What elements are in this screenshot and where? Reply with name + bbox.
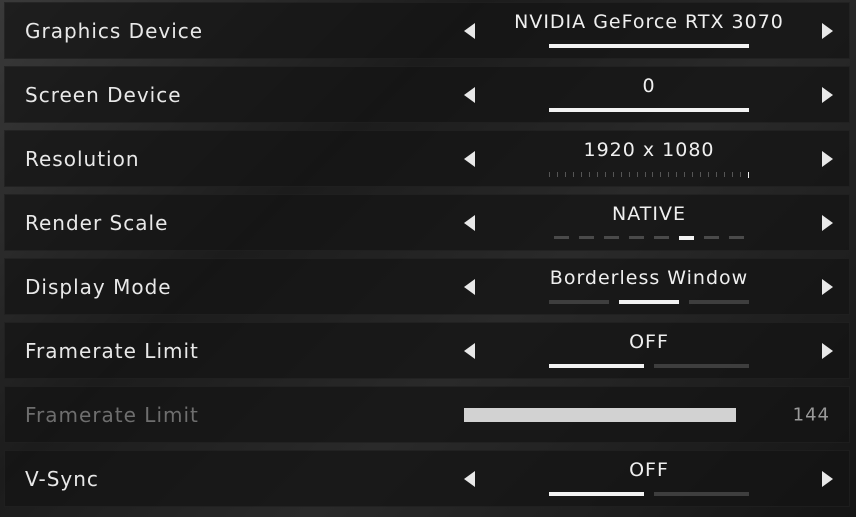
resolution-tick <box>628 172 630 177</box>
setting-label: Framerate Limit <box>25 338 199 363</box>
resolution-tick <box>549 172 550 177</box>
next-arrow-icon[interactable] <box>822 86 833 103</box>
resolution-tick-indicator <box>549 172 749 178</box>
render-scale-indicator <box>549 236 749 240</box>
resolution-tick <box>700 172 702 177</box>
option-segment <box>654 492 749 496</box>
prev-arrow-icon[interactable] <box>464 470 475 487</box>
prev-arrow-icon[interactable] <box>464 342 475 359</box>
setting-label: Resolution <box>25 146 140 171</box>
next-arrow-icon[interactable] <box>822 470 833 487</box>
resolution-tick <box>676 172 678 177</box>
next-arrow-icon[interactable] <box>822 22 833 39</box>
next-arrow-icon[interactable] <box>822 150 833 167</box>
selection-indicator <box>549 44 749 48</box>
setting-row-graphics-device: Graphics Device NVIDIA GeForce RTX 3070 <box>4 2 850 59</box>
resolution-tick <box>588 172 590 177</box>
prev-arrow-icon[interactable] <box>464 86 475 103</box>
option-segment <box>549 300 609 304</box>
option-segment <box>654 364 749 368</box>
framerate-slider[interactable] <box>464 408 736 422</box>
resolution-tick <box>708 172 710 177</box>
setting-row-render-scale: Render Scale NATIVE <box>4 194 850 251</box>
render-scale-option-dash <box>679 236 694 240</box>
resolution-tick <box>668 172 670 177</box>
setting-label: V-Sync <box>25 466 99 491</box>
prev-arrow-icon[interactable] <box>464 150 475 167</box>
resolution-tick <box>612 172 614 177</box>
resolution-tick <box>580 172 582 177</box>
prev-arrow-icon[interactable] <box>464 22 475 39</box>
setting-label: Framerate Limit <box>25 402 199 427</box>
next-arrow-icon[interactable] <box>822 214 833 231</box>
option-segment <box>619 300 679 304</box>
setting-value: OFF <box>629 459 669 481</box>
resolution-tick <box>596 172 598 177</box>
setting-value: 1920 x 1080 <box>583 139 715 161</box>
render-scale-option-dash <box>654 236 669 239</box>
resolution-tick <box>748 172 749 178</box>
resolution-tick <box>644 172 646 177</box>
resolution-tick <box>620 172 622 177</box>
graphics-settings-list: Graphics Device NVIDIA GeForce RTX 3070 … <box>4 2 850 514</box>
framerate-limit-indicator <box>549 364 749 368</box>
setting-row-screen-device: Screen Device 0 <box>4 66 850 123</box>
setting-label: Display Mode <box>25 274 172 299</box>
render-scale-option-dash <box>579 236 594 239</box>
render-scale-option-dash <box>629 236 644 239</box>
render-scale-option-dash <box>604 236 619 239</box>
setting-value: Borderless Window <box>549 267 749 289</box>
setting-row-display-mode: Display Mode Borderless Window <box>4 258 850 315</box>
setting-row-vsync: V-Sync OFF <box>4 450 850 507</box>
resolution-tick <box>572 172 574 177</box>
setting-value: OFF <box>629 331 669 353</box>
resolution-tick <box>732 172 734 177</box>
display-mode-indicator <box>549 300 749 304</box>
setting-value: 0 <box>642 75 656 97</box>
resolution-tick <box>692 172 694 177</box>
setting-label: Render Scale <box>25 210 169 235</box>
render-scale-option-dash <box>554 236 569 239</box>
next-arrow-icon[interactable] <box>822 342 833 359</box>
next-arrow-icon[interactable] <box>822 278 833 295</box>
resolution-tick <box>684 172 686 177</box>
prev-arrow-icon[interactable] <box>464 278 475 295</box>
setting-row-resolution: Resolution 1920 x 1080 <box>4 130 850 187</box>
resolution-tick <box>724 172 726 177</box>
resolution-tick <box>716 172 718 177</box>
slider-value: 144 <box>792 404 830 425</box>
vsync-indicator <box>549 492 749 496</box>
setting-label: Screen Device <box>25 82 182 107</box>
setting-row-framerate-limit-value: Framerate Limit 144 <box>4 386 850 443</box>
setting-value: NVIDIA GeForce RTX 3070 <box>514 11 784 33</box>
selection-indicator <box>549 108 749 112</box>
render-scale-option-dash <box>729 236 744 239</box>
resolution-tick <box>636 172 638 177</box>
prev-arrow-icon[interactable] <box>464 214 475 231</box>
resolution-tick <box>556 172 558 177</box>
setting-value: NATIVE <box>612 203 686 225</box>
resolution-tick <box>604 172 606 177</box>
resolution-tick <box>660 172 662 177</box>
setting-row-framerate-limit: Framerate Limit OFF <box>4 322 850 379</box>
option-segment <box>689 300 749 304</box>
render-scale-option-dash <box>704 236 719 239</box>
resolution-tick <box>740 172 742 177</box>
setting-label: Graphics Device <box>25 18 204 43</box>
resolution-tick <box>564 172 566 177</box>
resolution-tick <box>652 172 654 177</box>
option-segment <box>549 492 644 496</box>
option-segment <box>549 364 644 368</box>
